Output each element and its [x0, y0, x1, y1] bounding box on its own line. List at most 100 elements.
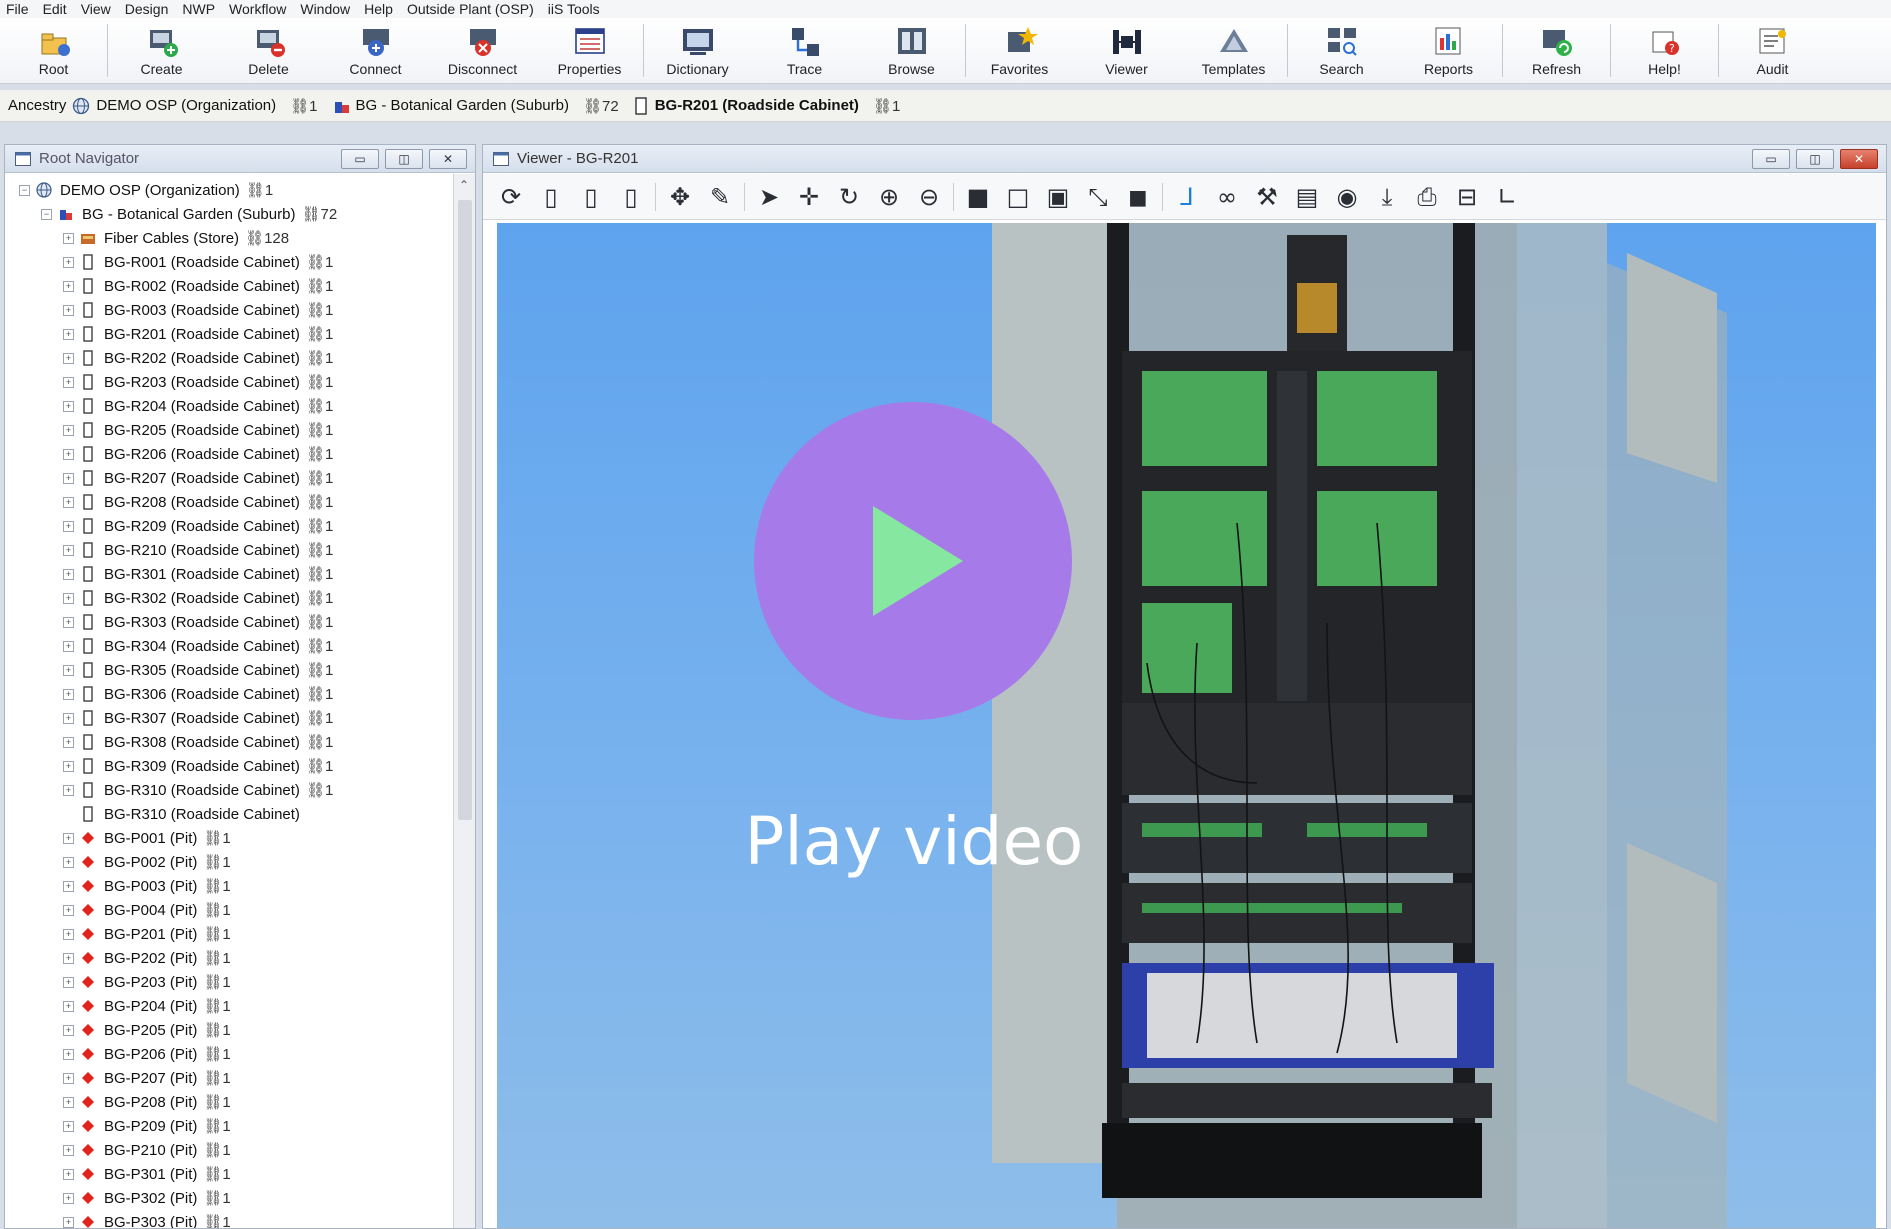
front-view-tool-button[interactable]: ▯ — [535, 181, 567, 213]
navigator-scrollbar[interactable]: ⌃ — [453, 174, 475, 1228]
tree-row[interactable]: + BG-P210 (Pit) ⛓1 — [5, 1138, 453, 1162]
tree-row[interactable]: + BG-R301 (Roadside Cabinet) ⛓1 — [5, 562, 453, 586]
rotate-tool-button[interactable]: ⟳ — [495, 181, 527, 213]
menu-item-design[interactable]: Design — [119, 1, 177, 17]
expand-toggle-icon[interactable]: + — [63, 400, 74, 412]
tree-row[interactable]: + BG-R203 (Roadside Cabinet) ⛓1 — [5, 370, 453, 394]
expand-toggle-icon[interactable]: + — [63, 568, 74, 580]
expand-toggle-icon[interactable]: + — [63, 544, 74, 556]
expand-toggle-icon[interactable]: + — [63, 592, 74, 604]
expand-toggle-icon[interactable]: + — [63, 280, 74, 292]
expand-toggle-icon[interactable]: + — [63, 688, 74, 700]
tree-row[interactable]: BG-R310 (Roadside Cabinet) — [5, 802, 453, 826]
root-button[interactable]: Root — [0, 18, 107, 83]
expand-toggle-icon[interactable]: + — [63, 760, 74, 772]
tree-row[interactable]: + BG-R201 (Roadside Cabinet) ⛓1 — [5, 322, 453, 346]
expand-toggle-icon[interactable]: + — [63, 1000, 74, 1012]
tree-row[interactable]: + BG-P203 (Pit) ⛓1 — [5, 970, 453, 994]
expand-toggle-icon[interactable]: + — [63, 856, 74, 868]
solid-view-tool-button[interactable]: ■ — [962, 181, 994, 213]
expand-toggle-icon[interactable]: − — [19, 184, 30, 196]
scrollbar-thumb[interactable] — [458, 200, 472, 820]
play-video-button[interactable] — [754, 402, 1072, 720]
menu-item-edit[interactable]: Edit — [37, 1, 75, 17]
tree-row[interactable]: + BG-P206 (Pit) ⛓1 — [5, 1042, 453, 1066]
close-button[interactable]: ✕ — [429, 149, 467, 169]
tree-row[interactable]: + BG-R208 (Roadside Cabinet) ⛓1 — [5, 490, 453, 514]
hidden-line-tool-button[interactable]: ▣ — [1042, 181, 1074, 213]
tree-row[interactable]: + BG-P205 (Pit) ⛓1 — [5, 1018, 453, 1042]
expand-toggle-icon[interactable]: + — [63, 664, 74, 676]
tree-row[interactable]: + BG-R309 (Roadside Cabinet) ⛓1 — [5, 754, 453, 778]
maximize-button[interactable]: ◫ — [1796, 149, 1834, 169]
expand-toggle-icon[interactable]: + — [63, 736, 74, 748]
expand-toggle-icon[interactable]: + — [63, 976, 74, 988]
expand-toggle-icon[interactable]: + — [63, 376, 74, 388]
menu-item-view[interactable]: View — [75, 1, 119, 17]
tree-row[interactable]: − DEMO OSP (Organization) ⛓1 — [5, 178, 453, 202]
download-tool-button[interactable]: ⤓ — [1371, 181, 1403, 213]
reports-button[interactable]: Reports — [1395, 18, 1502, 83]
tree-row[interactable]: + BG-R209 (Roadside Cabinet) ⛓1 — [5, 514, 453, 538]
menu-item-workflow[interactable]: Workflow — [223, 1, 294, 17]
tree-row[interactable]: + BG-R204 (Roadside Cabinet) ⛓1 — [5, 394, 453, 418]
tree-row[interactable]: + BG-R205 (Roadside Cabinet) ⛓1 — [5, 418, 453, 442]
print-tool-button[interactable]: ⎙ — [1411, 181, 1443, 213]
expand-toggle-icon[interactable]: + — [63, 928, 74, 940]
zoom-in-tool-button[interactable]: ⊕ — [873, 181, 905, 213]
tree-row[interactable]: + BG-P303 (Pit) ⛓1 — [5, 1210, 453, 1228]
expand-toggle-icon[interactable]: + — [63, 256, 74, 268]
delete-button[interactable]: Delete — [215, 18, 322, 83]
tree-row[interactable]: + BG-P302 (Pit) ⛓1 — [5, 1186, 453, 1210]
tree-row[interactable]: + BG-R307 (Roadside Cabinet) ⛓1 — [5, 706, 453, 730]
expand-toggle-icon[interactable]: + — [63, 520, 74, 532]
tree-row[interactable]: + BG-P201 (Pit) ⛓1 — [5, 922, 453, 946]
minimize-button[interactable]: ▭ — [1752, 149, 1790, 169]
tree-row[interactable]: + BG-R202 (Roadside Cabinet) ⛓1 — [5, 346, 453, 370]
expand-toggle-icon[interactable]: + — [63, 304, 74, 316]
expand-toggle-icon[interactable]: + — [63, 1048, 74, 1060]
disconnect-button[interactable]: Disconnect — [429, 18, 536, 83]
tree-row[interactable]: + BG-P004 (Pit) ⛓1 — [5, 898, 453, 922]
properties-button[interactable]: Properties — [536, 18, 643, 83]
connect-button[interactable]: Connect — [322, 18, 429, 83]
eye-tool-button[interactable]: ◉ — [1331, 181, 1363, 213]
tree-row[interactable]: + BG-P207 (Pit) ⛓1 — [5, 1066, 453, 1090]
viewer-button[interactable]: Viewer — [1073, 18, 1180, 83]
tree-row[interactable]: + BG-P003 (Pit) ⛓1 — [5, 874, 453, 898]
move-tool-button[interactable]: ✛ — [793, 181, 825, 213]
tree-row[interactable]: + BG-R003 (Roadside Cabinet) ⛓1 — [5, 298, 453, 322]
wrench-tool-button[interactable]: ⚒ — [1251, 181, 1283, 213]
ancestry-item-organization[interactable]: DEMO OSP (Organization) ⛓1 — [72, 97, 318, 115]
refresh-button[interactable]: Refresh — [1503, 18, 1610, 83]
expand-toggle-icon[interactable]: + — [63, 1072, 74, 1084]
expand-toggle-icon[interactable]: + — [63, 1168, 74, 1180]
expand-toggle-icon[interactable]: + — [63, 472, 74, 484]
dictionary-button[interactable]: Dictionary — [644, 18, 751, 83]
expand-toggle-icon[interactable]: + — [63, 616, 74, 628]
tree-row[interactable]: + BG-R206 (Roadside Cabinet) ⛓1 — [5, 442, 453, 466]
expand-toggle-icon[interactable]: − — [41, 208, 52, 220]
expand-toggle-icon[interactable]: + — [63, 880, 74, 892]
select-arrow-tool-button[interactable]: ➤ — [753, 181, 785, 213]
expand-toggle-icon[interactable]: + — [63, 1192, 74, 1204]
templates-button[interactable]: Templates — [1180, 18, 1287, 83]
menu-item-outside-plant-osp[interactable]: Outside Plant (OSP) — [401, 1, 542, 17]
close-button[interactable]: ✕ — [1840, 149, 1878, 169]
expand-toggle-icon[interactable]: + — [63, 952, 74, 964]
pan-orbit-tool-button[interactable]: ✥ — [664, 181, 696, 213]
expand-toggle-icon[interactable]: + — [63, 832, 74, 844]
expand-toggle-icon[interactable]: + — [63, 712, 74, 724]
spin-tool-button[interactable]: ↻ — [833, 181, 865, 213]
tree-row[interactable]: + BG-P001 (Pit) ⛓1 — [5, 826, 453, 850]
expand-toggle-icon[interactable]: + — [63, 904, 74, 916]
connect-view-tool-button[interactable]: ⤡ — [1082, 181, 1114, 213]
expand-toggle-icon[interactable]: + — [63, 496, 74, 508]
audit-button[interactable]: Audit — [1719, 18, 1826, 83]
side-view-tool-button[interactable]: ▯ — [575, 181, 607, 213]
expand-toggle-icon[interactable]: + — [63, 232, 74, 244]
tree-row[interactable]: + BG-R304 (Roadside Cabinet) ⛓1 — [5, 634, 453, 658]
search-button[interactable]: Search — [1288, 18, 1395, 83]
tree-row[interactable]: + BG-P204 (Pit) ⛓1 — [5, 994, 453, 1018]
zoom-out-tool-button[interactable]: ⊖ — [913, 181, 945, 213]
